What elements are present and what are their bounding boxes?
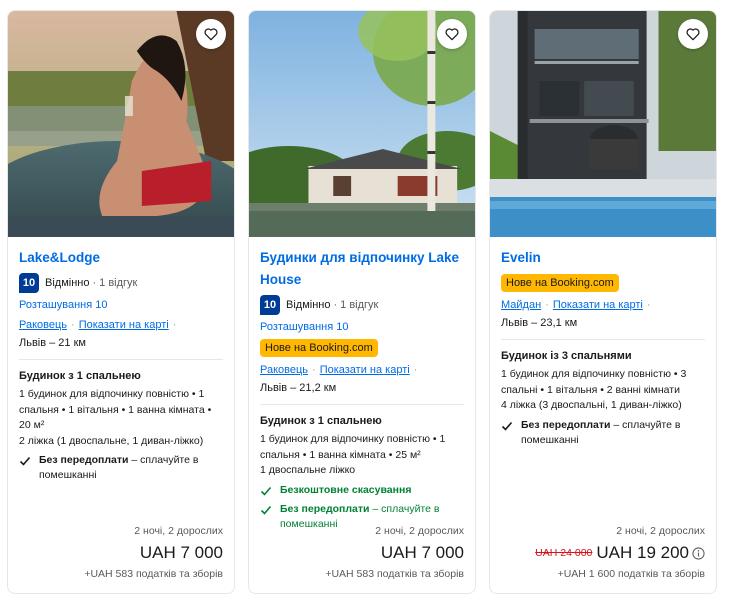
original-price: UAH 24 000: [535, 547, 593, 559]
room-description: 1 будинок для відпочинку повністю • 3 сп…: [501, 368, 687, 396]
room-description: 1 будинок для відпочинку повністю • 1 сп…: [19, 388, 212, 431]
divider: [501, 339, 705, 340]
room-title: Будинок із 3 спальнями: [501, 350, 632, 362]
checkmark-icon: [19, 456, 31, 466]
distance-text: Львів – 23,1 км: [501, 317, 578, 329]
price-box: 2 ночі, 2 дорослих UAH 24 000 UAH 19 200…: [535, 524, 705, 581]
review-count: 1 відгук: [99, 277, 138, 289]
property-title[interactable]: Evelin: [501, 247, 705, 269]
review-score: 10: [260, 295, 280, 315]
stay-length: 2 ночі, 2 дорослих: [134, 525, 223, 537]
favorite-button[interactable]: [678, 19, 708, 49]
show-on-map-link[interactable]: Показати на карті: [79, 319, 169, 331]
room-beds: 2 ліжка (1 двоспальне, 1 диван-ліжко): [19, 434, 204, 447]
location-links: Раковець · Показати на карті ·: [260, 363, 464, 377]
review-count: 1 відгук: [340, 299, 379, 311]
taxes-fees: +UAH 583 податків та зборів: [325, 568, 464, 580]
taxes-fees: +UAH 1 600 податків та зборів: [557, 568, 705, 580]
price: UAH 7 000: [139, 543, 223, 562]
feature-title: Без передоплати: [280, 502, 370, 515]
feature-title: Без передоплати: [39, 454, 129, 466]
feature-item: Без передоплати – сплачуйте в помешканні: [501, 418, 705, 448]
favorite-button[interactable]: [196, 19, 226, 49]
separator-dot: ·: [71, 319, 75, 331]
price-box: 2 ночі, 2 дорослих UAH 7 000 +UAH 583 по…: [325, 524, 464, 581]
property-card[interactable]: Lake&Lodge 10 Відмінно · 1 відгук Розташ…: [7, 10, 235, 594]
location-links: Майдан · Показати на карті ·: [501, 298, 705, 312]
room-beds: 1 двоспальне ліжко: [260, 464, 356, 476]
stay-length: 2 ночі, 2 дорослих: [375, 525, 464, 537]
taxes-fees: +UAH 583 податків та зборів: [84, 568, 223, 580]
rating-row: 10 Відмінно · 1 відгук: [19, 273, 223, 293]
price: UAH 19 200: [596, 543, 689, 562]
separator-dot: ·: [646, 299, 651, 311]
property-title[interactable]: Будинки для відпочинку Lake House: [260, 247, 464, 291]
favorite-button[interactable]: [437, 19, 467, 49]
rating-word: Відмінно: [286, 299, 331, 311]
feature-title: Без передоплати: [521, 418, 611, 431]
separator-dot: ·: [413, 364, 418, 376]
info-icon[interactable]: [692, 546, 705, 560]
checkmark-icon: [260, 486, 272, 496]
feature-item: Безкоштовне скасування: [260, 483, 464, 498]
property-title[interactable]: Lake&Lodge: [19, 247, 223, 269]
price-box: 2 ночі, 2 дорослих UAH 7 000 +UAH 583 по…: [84, 524, 223, 581]
heart-outline-icon: [686, 28, 700, 41]
feature-title: Безкоштовне скасування: [280, 483, 412, 496]
new-on-booking-badge: Нове на Booking.com: [501, 274, 619, 292]
separator-dot: ·: [172, 319, 177, 331]
room-beds: 4 ліжка (3 двоспальні, 1 диван-ліжко): [501, 399, 682, 411]
room-description: 1 будинок для відпочинку повністю • 1 сп…: [260, 433, 446, 461]
location-links: Раковець · Показати на карті ·: [19, 318, 223, 332]
new-on-booking-badge: Нове на Booking.com: [260, 339, 378, 357]
price: UAH 7 000: [380, 543, 464, 562]
location-score: Розташування 10: [19, 299, 108, 311]
district-link[interactable]: Раковець: [19, 319, 67, 331]
separator-dot: ·: [545, 299, 549, 311]
heart-outline-icon: [204, 28, 218, 41]
feature-item: Без передоплати – сплачуйте в помешканні: [19, 453, 223, 483]
checkmark-icon: [260, 505, 272, 515]
district-link[interactable]: Раковець: [260, 364, 308, 376]
district-link[interactable]: Майдан: [501, 299, 541, 311]
show-on-map-link[interactable]: Показати на карті: [553, 299, 643, 311]
rating-word: Відмінно: [45, 277, 90, 289]
rating-row: 10 Відмінно · 1 відгук: [260, 295, 464, 315]
property-card[interactable]: Evelin Нове на Booking.com Майдан · Показа…: [489, 10, 717, 594]
checkmark-icon: [501, 421, 513, 431]
divider: [19, 359, 223, 360]
room-title: Будинок з 1 спальнею: [19, 370, 141, 382]
property-card[interactable]: Будинки для відпочинку Lake House 10 Від…: [248, 10, 476, 594]
heart-outline-icon: [445, 28, 459, 41]
room-title: Будинок з 1 спальнею: [260, 415, 382, 427]
show-on-map-link[interactable]: Показати на карті: [320, 364, 410, 376]
divider: [260, 404, 464, 405]
distance-text: Львів – 21 км: [19, 337, 86, 349]
review-score: 10: [19, 273, 39, 293]
separator-dot: ·: [312, 364, 316, 376]
separator-dot: ·: [333, 299, 338, 311]
stay-length: 2 ночі, 2 дорослих: [616, 525, 705, 537]
location-score: Розташування 10: [260, 321, 349, 333]
separator-dot: ·: [92, 277, 97, 289]
distance-text: Львів – 21,2 км: [260, 382, 337, 394]
